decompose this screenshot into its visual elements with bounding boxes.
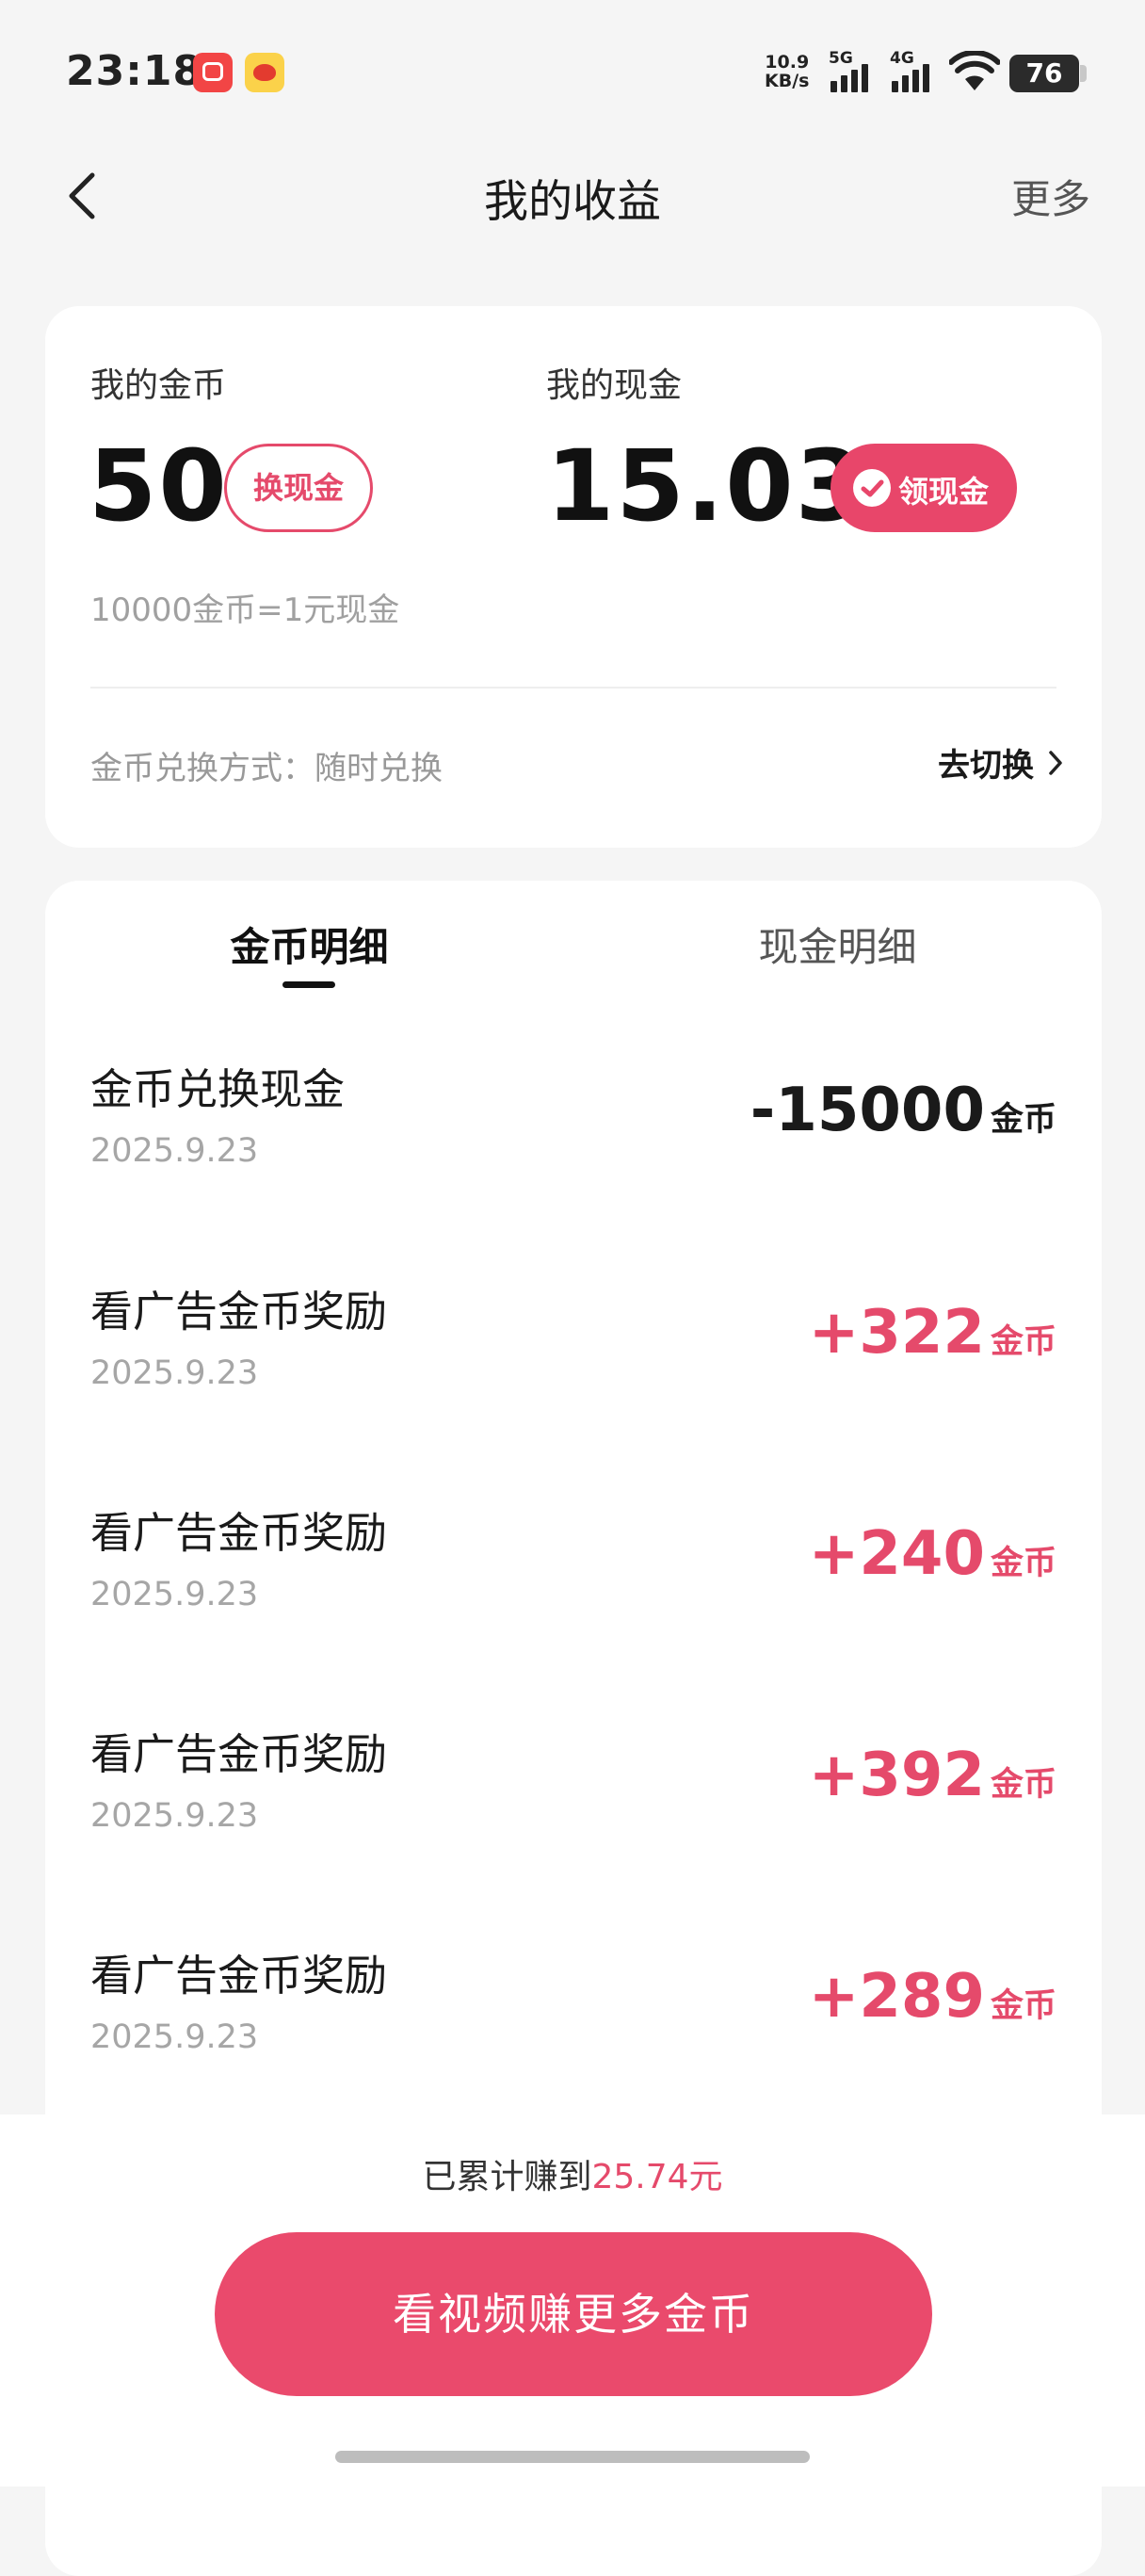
cash-value: 15.03 — [546, 429, 865, 543]
record-amount-unit: 金币 — [990, 1987, 1056, 2025]
record-amount-value: +289 — [808, 1962, 985, 2032]
cash-label: 我的现金 — [546, 366, 683, 405]
record-title: 看广告金币奖励 — [90, 1729, 388, 1779]
coins-value: 50 — [89, 429, 229, 543]
record-amount-unit: 金币 — [990, 1101, 1056, 1139]
list-item: 看广告金币奖励 2025.9.23 +289 金币 — [90, 1941, 1056, 2082]
list-item: 看广告金币奖励 2025.9.23 +392 金币 — [90, 1720, 1056, 1861]
status-time: 23:18 — [66, 47, 203, 95]
record-amount-unit: 金币 — [990, 1323, 1056, 1361]
record-date: 2025.9.23 — [90, 1797, 259, 1835]
record-amount: +289 金币 — [809, 1962, 1056, 2032]
record-amount: +392 金币 — [809, 1741, 1056, 1810]
network-speed-value: 10.9 — [765, 52, 810, 73]
coins-label: 我的金币 — [90, 366, 227, 405]
shopping-app-icon — [193, 53, 233, 92]
network-speed-unit: KB/s — [765, 71, 810, 91]
record-amount-unit: 金币 — [990, 1766, 1056, 1804]
exchange-cash-button[interactable]: 换现金 — [224, 444, 373, 532]
record-date: 2025.9.23 — [90, 1132, 259, 1170]
more-button[interactable]: 更多 — [1011, 168, 1090, 225]
tab-cash-details[interactable]: 现金明细 — [573, 915, 1102, 973]
switch-mode-label: 去切换 — [938, 747, 1034, 785]
weibo-app-icon — [245, 53, 284, 92]
battery-icon: 76 — [1009, 55, 1087, 92]
signal-4g-icon: 4G — [890, 49, 939, 94]
signal-5g-label: 5G — [829, 49, 853, 68]
record-date: 2025.9.23 — [90, 1354, 259, 1392]
record-title: 看广告金币奖励 — [90, 1508, 388, 1558]
signal-5g-icon: 5G — [829, 49, 878, 94]
record-title: 金币兑换现金 — [90, 1064, 346, 1114]
record-date: 2025.9.23 — [90, 2018, 259, 2056]
signal-4g-label: 4G — [890, 49, 914, 68]
withdraw-cash-button[interactable]: 领现金 — [831, 444, 1017, 532]
chevron-right-icon — [1049, 750, 1062, 775]
page-title: 我的收益 — [484, 176, 661, 228]
balance-card: 我的金币 50 换现金 我的现金 15.03 领现金 10000金币=1元现金 … — [45, 306, 1102, 848]
record-title: 看广告金币奖励 — [90, 1951, 388, 2001]
record-amount: +240 金币 — [809, 1519, 1056, 1589]
exchange-mode-text: 金币兑换方式：随时兑换 — [90, 750, 443, 787]
list-item: 看广告金币奖励 2025.9.23 +322 金币 — [90, 1277, 1056, 1418]
total-earned-label: 已累计赚到 — [422, 2158, 592, 2196]
wifi-icon — [948, 49, 1001, 92]
switch-mode-link[interactable]: 去切换 — [938, 739, 1064, 786]
total-earned-amount: 25.74元 — [591, 2158, 723, 2196]
exchange-rate-text: 10000金币=1元现金 — [90, 591, 400, 629]
record-date: 2025.9.23 — [90, 1576, 259, 1613]
withdraw-cash-label: 领现金 — [898, 474, 990, 510]
record-title: 看广告金币奖励 — [90, 1287, 388, 1337]
list-item: 看广告金币奖励 2025.9.23 +240 金币 — [90, 1499, 1056, 1640]
record-amount-value: +322 — [808, 1298, 985, 1368]
list-item: 金币兑换现金 2025.9.23 -15000 金币 — [90, 1055, 1056, 1196]
tab-coin-details[interactable]: 金币明细 — [45, 915, 573, 973]
tab-active-indicator — [282, 981, 335, 988]
record-amount: +322 金币 — [809, 1298, 1056, 1368]
check-icon — [853, 469, 891, 507]
record-amount-unit: 金币 — [990, 1545, 1056, 1582]
divider — [90, 687, 1056, 689]
watch-video-button[interactable]: 看视频赚更多金币 — [215, 2232, 932, 2396]
record-amount-value: -15000 — [750, 1076, 985, 1145]
record-amount: -15000 金币 — [750, 1076, 1056, 1145]
network-speed: 10.9 KB/s — [765, 53, 809, 90]
total-earned-text: 已累计赚到25.74元 — [0, 2149, 1145, 2198]
record-amount-value: +240 — [808, 1519, 985, 1589]
record-amount-value: +392 — [808, 1741, 985, 1810]
home-indicator[interactable] — [335, 2451, 810, 2463]
